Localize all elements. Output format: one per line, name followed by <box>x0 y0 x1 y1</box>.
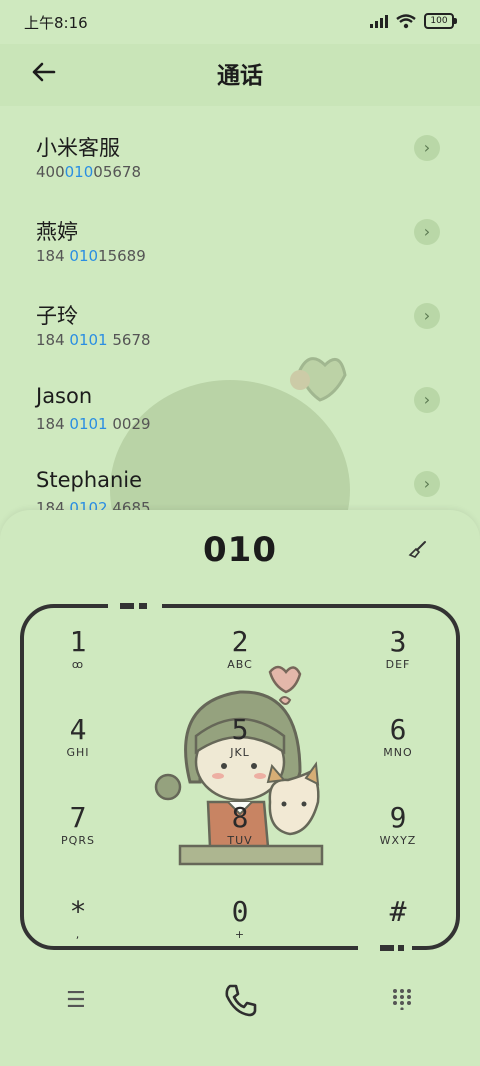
contact-list: 小米客服 40001005678 › 燕婷 184 01015689 › 子玲 … <box>0 112 480 532</box>
contact-number: 40001005678 <box>36 163 141 181</box>
status-bar: 上午8:16 100 <box>0 0 480 44</box>
key-8[interactable]: 8 TUV <box>190 802 290 872</box>
wifi-icon <box>396 13 416 28</box>
contact-number: 184 0101 0029 <box>36 415 151 433</box>
contact-name: 燕婷 <box>36 220 78 244</box>
chevron-right-icon[interactable]: › <box>414 219 440 245</box>
contact-name: 子玲 <box>36 304 78 328</box>
list-item[interactable]: 小米客服 40001005678 › <box>0 112 480 196</box>
contact-name: Jason <box>36 384 93 408</box>
dialpad-icon[interactable] <box>392 988 412 1015</box>
phone-call-icon[interactable] <box>220 980 260 1020</box>
battery-icon: 100 <box>424 13 457 29</box>
menu-icon[interactable]: ☰ <box>66 988 86 1013</box>
key-4[interactable]: 4 GHI <box>28 714 128 784</box>
key-hash[interactable]: # <box>348 896 448 966</box>
status-icons: 100 <box>370 13 457 29</box>
signal-icon <box>370 14 388 28</box>
list-item[interactable]: 子玲 184 0101 5678 › <box>0 280 480 364</box>
contact-number: 184 0101 5678 <box>36 331 151 349</box>
list-item[interactable]: 燕婷 184 01015689 › <box>0 196 480 280</box>
key-0[interactable]: 0 + <box>190 896 290 966</box>
clear-brush-icon[interactable] <box>408 540 428 565</box>
contact-name: 小米客服 <box>36 136 120 160</box>
key-5[interactable]: 5 JKL <box>190 714 290 784</box>
chevron-right-icon[interactable]: › <box>414 135 440 161</box>
key-6[interactable]: 6 MNO <box>348 714 448 784</box>
contact-name: Stephanie <box>36 468 143 492</box>
voicemail-icon: ꝏ <box>71 658 85 671</box>
key-3[interactable]: 3 DEF <box>348 626 448 696</box>
status-time: 上午8:16 <box>24 14 88 32</box>
key-2[interactable]: 2 ABC <box>190 626 290 696</box>
bottom-bar: ☰ <box>0 970 480 1030</box>
contact-number: 184 01015689 <box>36 247 146 265</box>
page-title: 通话 <box>217 63 263 89</box>
chevron-right-icon[interactable]: › <box>414 387 440 413</box>
chevron-right-icon[interactable]: › <box>414 303 440 329</box>
key-star[interactable]: * , <box>28 896 128 966</box>
key-9[interactable]: 9 WXYZ <box>348 802 448 872</box>
header: 通话 <box>0 44 480 106</box>
key-7[interactable]: 7 PQRS <box>28 802 128 872</box>
list-item[interactable]: Jason 184 0101 0029 › <box>0 364 480 448</box>
key-1[interactable]: 1 ꝏ <box>28 626 128 696</box>
chevron-right-icon[interactable]: › <box>414 471 440 497</box>
